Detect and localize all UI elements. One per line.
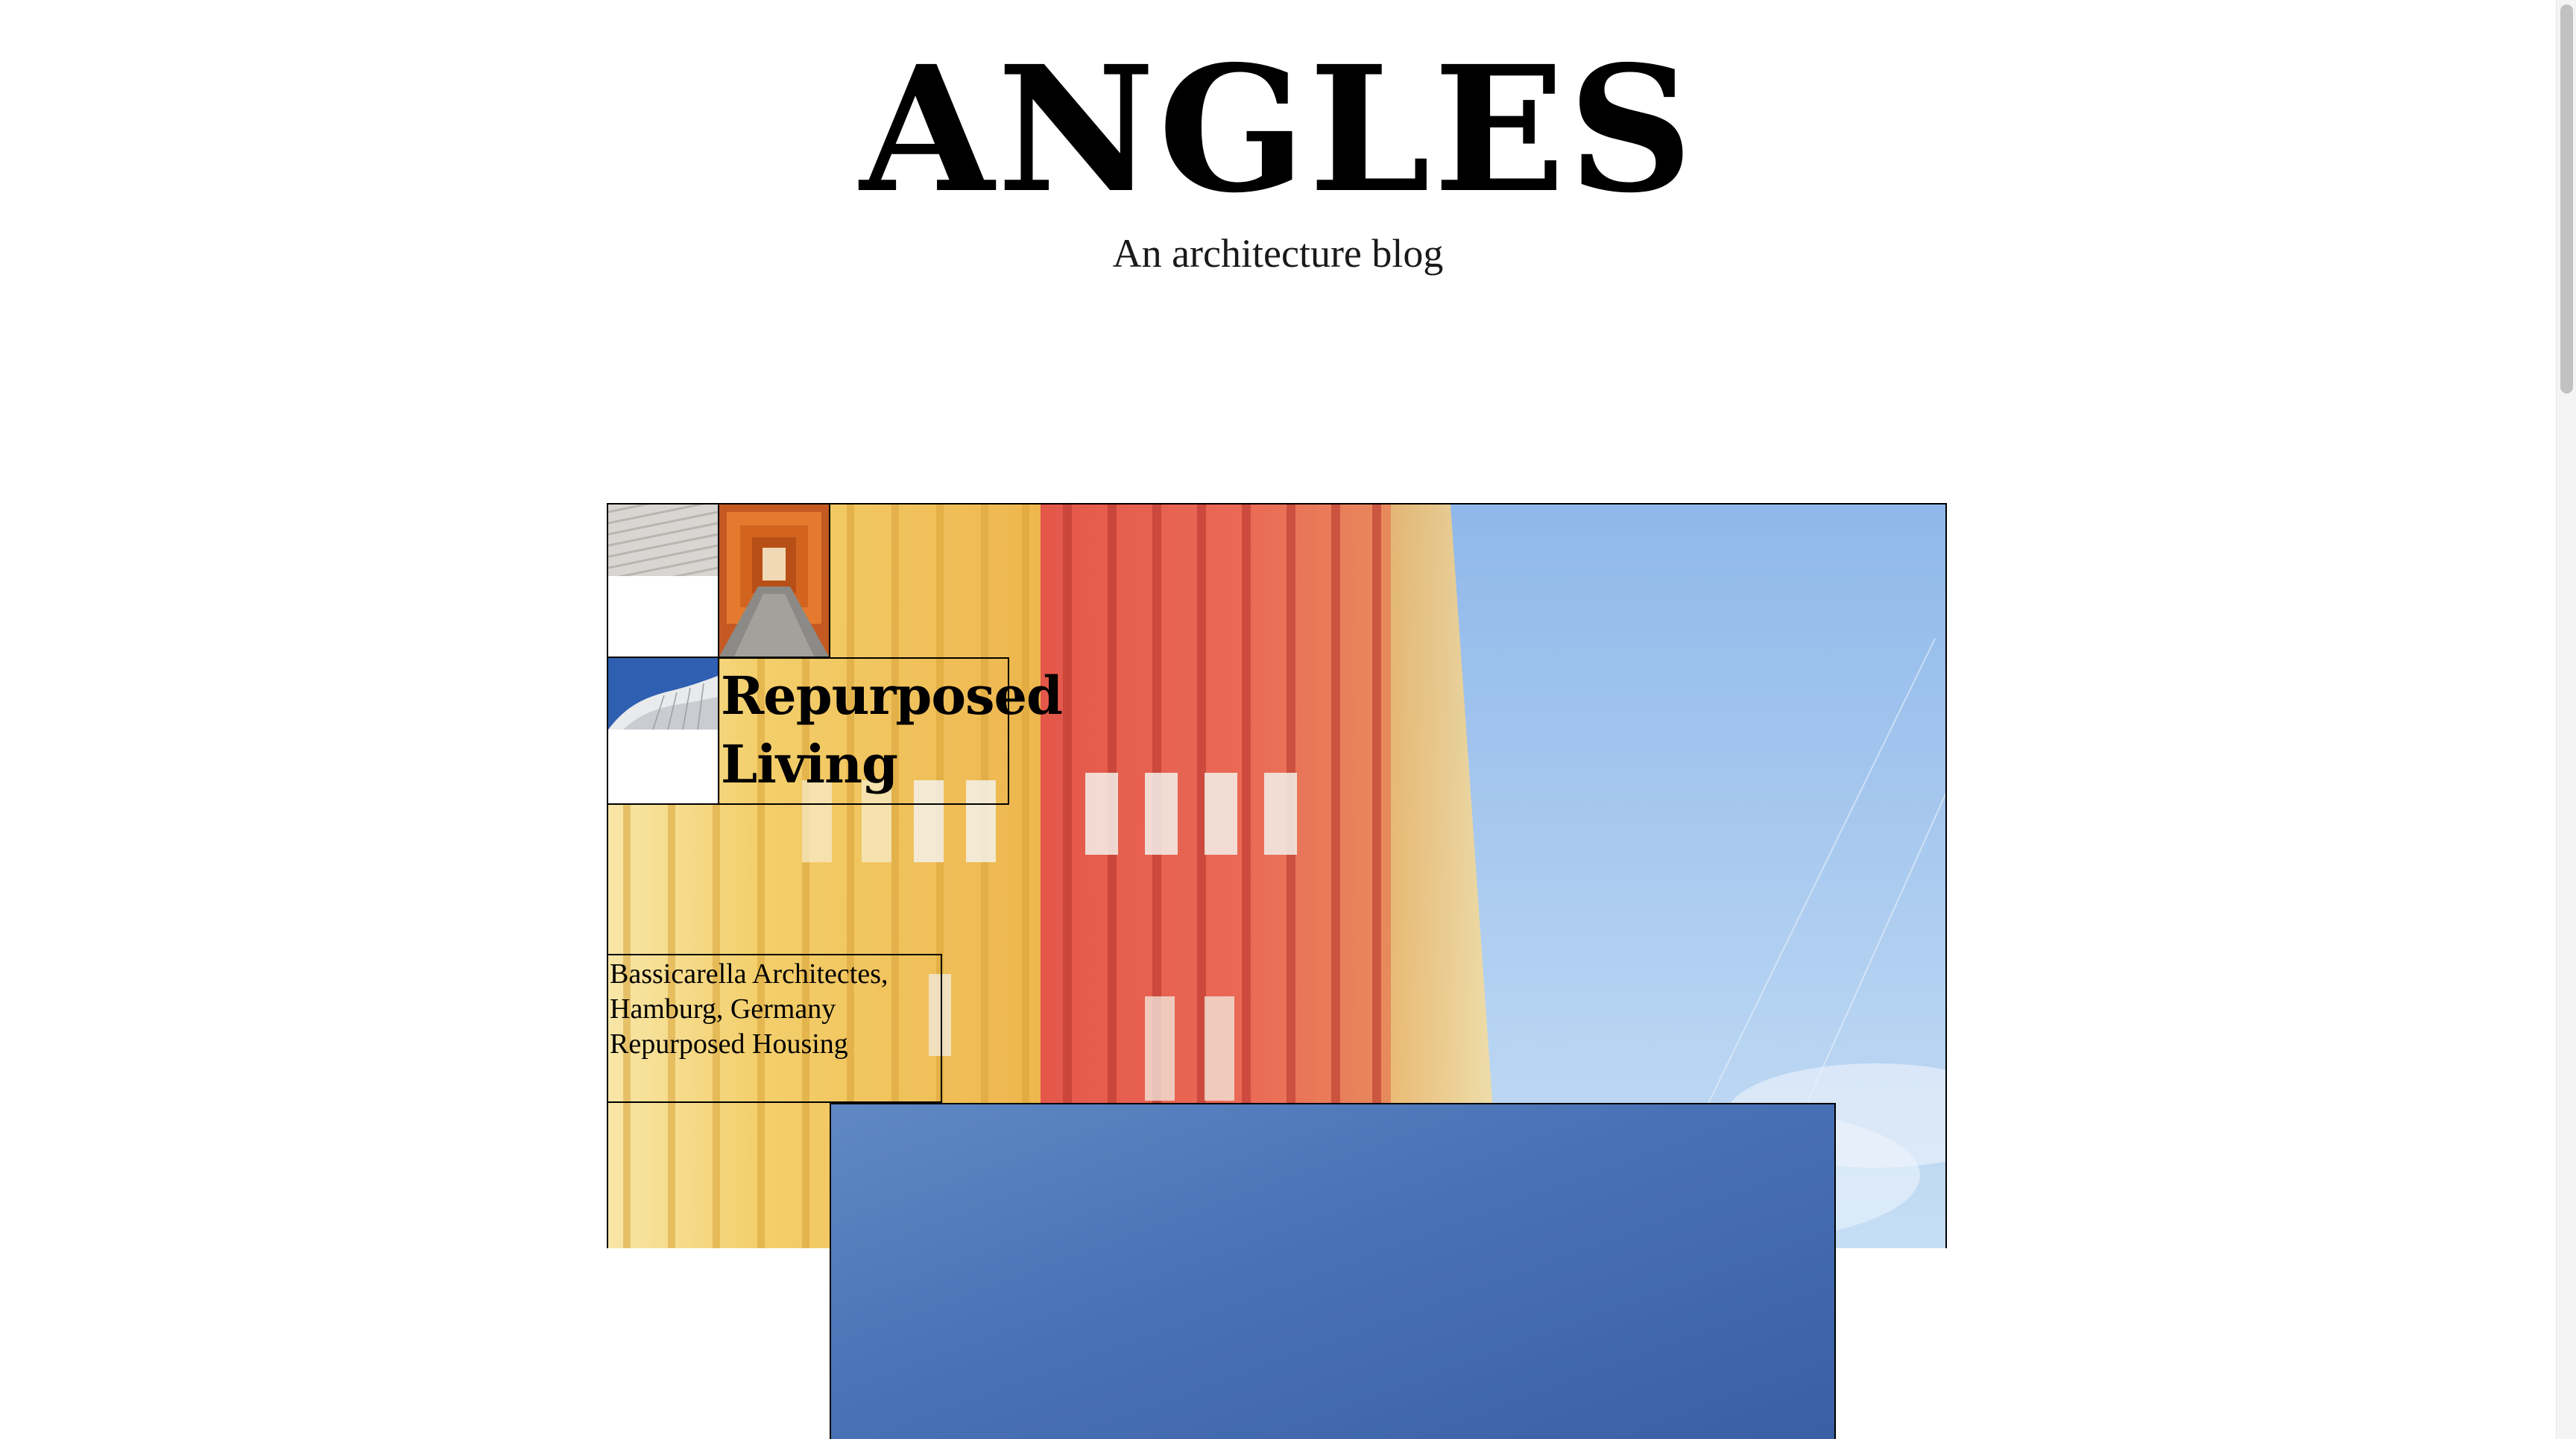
post-title-box[interactable]: Repurposed Living xyxy=(718,657,1063,805)
post-title[interactable]: Repurposed Living xyxy=(719,659,1063,799)
site-header: ANGLES An architecture blog xyxy=(0,0,2556,313)
vertical-scrollbar[interactable] xyxy=(2556,0,2576,1439)
post-location: Hamburg, Germany xyxy=(610,993,836,1025)
curved-building-thumbnail[interactable] xyxy=(607,657,719,805)
orange-corridor-thumbnail[interactable] xyxy=(718,503,830,658)
post-category: Repurposed Housing xyxy=(610,1028,848,1060)
post-architect: Bassicarella Architectes, xyxy=(610,958,888,990)
white-facade-thumbnail[interactable] xyxy=(607,503,719,658)
post-meta-box: Bassicarella Architectes, Hamburg, Germa… xyxy=(607,954,942,1103)
site-logo[interactable]: ANGLES xyxy=(0,43,2556,216)
second-post-image[interactable] xyxy=(830,1103,1836,1439)
site-tagline: An architecture blog xyxy=(1112,231,1444,276)
scrollbar-thumb[interactable] xyxy=(2560,4,2573,393)
